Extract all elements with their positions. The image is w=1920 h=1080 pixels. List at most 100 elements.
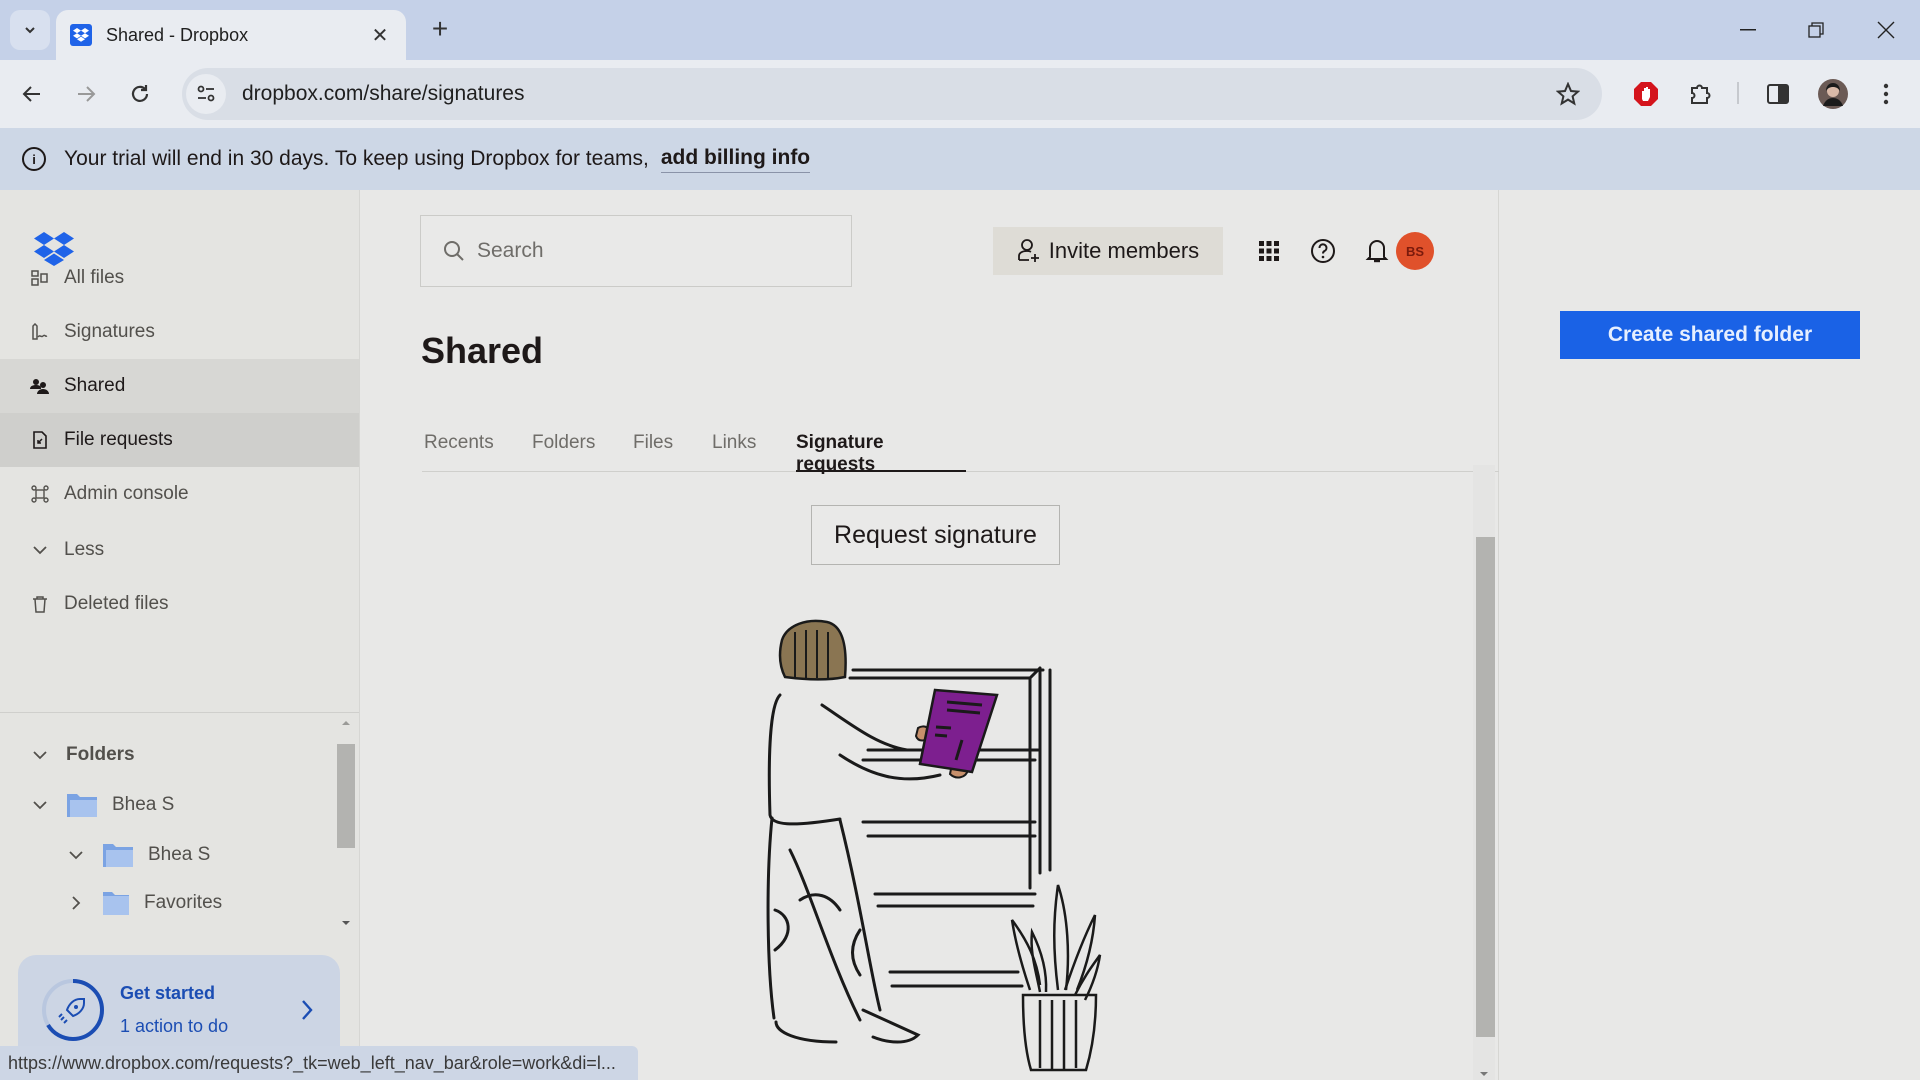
signature-icon	[30, 322, 50, 342]
search-input[interactable]: Search	[420, 215, 852, 287]
get-started-title: Get started	[120, 983, 216, 1003]
chevron-down-icon[interactable]	[66, 845, 86, 865]
new-tab-button[interactable]: +	[424, 14, 456, 46]
shelf-line	[873, 892, 1037, 908]
person-leg-inner	[788, 848, 862, 1022]
scroll-up-icon[interactable]	[336, 718, 356, 728]
sidebar-item-file-requests[interactable]: File requests	[0, 413, 359, 467]
sidebar-item-label: All files	[64, 267, 125, 288]
arrow-left-icon	[22, 86, 40, 102]
person-torso	[767, 693, 842, 826]
rocket-icon	[58, 998, 85, 1024]
sidebar-item-less[interactable]: Less	[0, 523, 359, 577]
sidebar-scroll-thumb[interactable]	[337, 744, 355, 848]
tab-search-button[interactable]	[10, 10, 50, 50]
page-title: Shared	[421, 330, 544, 371]
help-button[interactable]	[1306, 234, 1340, 268]
folder-tree-item[interactable]: Favorites	[66, 883, 222, 923]
trash-icon	[30, 594, 50, 614]
person-shoes	[774, 1008, 921, 1044]
shared-icon	[30, 376, 50, 396]
search-placeholder: Search	[477, 239, 544, 262]
shared-folder-icon	[67, 794, 97, 817]
address-bar[interactable]: dropbox.com/share/signatures	[182, 68, 1602, 120]
sidebar-item-label: Shared	[64, 375, 126, 396]
shelf-line	[861, 820, 1037, 838]
browser-tab[interactable]: Shared - Dropbox ✕	[56, 10, 406, 60]
extensions-puzzle-icon[interactable]	[1680, 74, 1720, 114]
bookmark-star-icon[interactable]	[1548, 74, 1588, 114]
scroll-down-icon[interactable]	[336, 918, 356, 928]
main-scroll-thumb[interactable]	[1476, 537, 1495, 1037]
progress-ring	[40, 977, 106, 1043]
help-icon	[1311, 239, 1335, 263]
app-grid-button[interactable]	[1252, 234, 1286, 268]
tab-folders[interactable]: Folders	[532, 420, 595, 472]
chevron-down-icon	[25, 27, 35, 34]
admin-console-icon	[30, 484, 50, 504]
sidebar: All files Signatures Shared File request…	[0, 190, 360, 1080]
folders-section-toggle[interactable]: Folders	[30, 735, 135, 775]
folder-tree-item[interactable]: Bhea S	[66, 835, 210, 875]
chevron-right-icon[interactable]	[66, 893, 86, 913]
tab-links[interactable]: Links	[712, 420, 756, 472]
close-window-button[interactable]	[1866, 12, 1906, 48]
tab-close-icon[interactable]: ✕	[368, 23, 392, 48]
sidebar-item-label: Less	[64, 539, 105, 560]
sidebar-scrollbar[interactable]	[336, 718, 356, 928]
minimize-button[interactable]	[1728, 12, 1768, 48]
restore-button[interactable]	[1796, 12, 1836, 48]
request-signature-button[interactable]: Request signature	[811, 505, 1060, 565]
file-request-icon	[30, 430, 50, 450]
shared-tabs: Recents Folders Files Links Signature re…	[422, 420, 1499, 475]
create-shared-folder-button[interactable]: Create shared folder	[1560, 311, 1860, 359]
banner-text: Your trial will end in 30 days. To keep …	[64, 147, 649, 170]
site-info-icon[interactable]	[186, 74, 226, 114]
sidebar-item-label: Deleted files	[64, 593, 169, 614]
browser-toolbar: dropbox.com/share/signatures	[0, 60, 1920, 128]
forward-button[interactable]	[66, 74, 106, 114]
main-scrollbar[interactable]	[1473, 465, 1495, 1080]
add-user-icon	[1017, 239, 1039, 262]
search-icon	[444, 241, 464, 261]
adblock-extension-icon[interactable]	[1626, 74, 1666, 114]
browser-tab-strip: Shared - Dropbox ✕ +	[0, 0, 1920, 60]
url-text[interactable]: dropbox.com/share/signatures	[242, 82, 1548, 106]
chevron-down-icon	[30, 745, 50, 765]
reload-button[interactable]	[120, 74, 160, 114]
sidebar-item-all-files[interactable]: All files	[0, 251, 359, 305]
user-avatar[interactable]: BS	[1396, 232, 1434, 270]
chevron-down-icon	[30, 540, 50, 560]
sidebar-item-deleted-files[interactable]: Deleted files	[0, 577, 359, 631]
folder-tree-item[interactable]: Bhea S	[30, 785, 174, 825]
tab-files[interactable]: Files	[633, 420, 673, 472]
invite-members-button[interactable]: Invite members	[993, 227, 1223, 275]
chevron-right-icon	[292, 999, 322, 1021]
dropbox-favicon	[70, 24, 92, 46]
back-button[interactable]	[12, 74, 52, 114]
scroll-down-icon[interactable]	[1473, 1068, 1495, 1080]
folders-heading: Folders	[66, 744, 135, 765]
get-started-subtitle: 1 action to do	[120, 1016, 229, 1036]
chevron-down-icon[interactable]	[30, 795, 50, 815]
sidebar-item-admin-console[interactable]: Admin console	[0, 467, 359, 521]
side-panel-icon[interactable]	[1758, 74, 1798, 114]
tab-signature-requests[interactable]: Signature requests	[796, 420, 966, 475]
minimize-icon	[1740, 29, 1756, 31]
sidebar-item-signatures[interactable]: Signatures	[0, 305, 359, 359]
sidebar-item-label: Admin console	[64, 483, 189, 504]
notifications-button[interactable]	[1360, 234, 1394, 268]
person-pants-pattern	[773, 893, 862, 977]
profile-avatar[interactable]	[1813, 74, 1853, 114]
bell-icon	[1365, 240, 1389, 263]
shared-folder-icon	[103, 844, 133, 867]
right-panel: Create shared folder	[1500, 190, 1920, 1080]
restore-icon	[1808, 22, 1824, 38]
main-content: Search Invite members BS Shared Recents …	[360, 190, 1499, 1080]
tab-recents[interactable]: Recents	[424, 420, 494, 472]
sidebar-item-shared[interactable]: Shared	[0, 359, 359, 413]
all-files-icon	[30, 268, 50, 288]
folder-label: Bhea S	[112, 794, 175, 815]
browser-menu-icon[interactable]	[1866, 74, 1906, 114]
add-billing-info-link[interactable]: add billing info	[660, 146, 811, 173]
